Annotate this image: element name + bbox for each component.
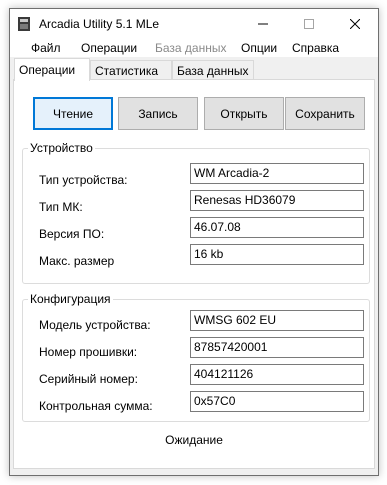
- max-size-field[interactable]: 16 kb: [190, 244, 364, 265]
- menu-options[interactable]: Опции: [241, 41, 277, 55]
- menu-help[interactable]: Справка: [292, 41, 339, 55]
- menu-operations[interactable]: Операции: [81, 41, 137, 55]
- firmware-version-label: Версия ПО:: [39, 227, 105, 241]
- operations-page: Чтение Запись Открыть Сохранить Устройст…: [13, 79, 375, 469]
- write-button[interactable]: Запись: [118, 97, 198, 130]
- max-size-label: Макс. размер: [39, 254, 115, 268]
- checksum-label: Контрольная сумма:: [39, 399, 153, 413]
- close-button[interactable]: [332, 9, 378, 38]
- tab-statistics[interactable]: Статистика: [90, 60, 172, 80]
- config-group-title: Конфигурация: [28, 292, 113, 306]
- device-type-field[interactable]: WM Arcadia-2: [190, 163, 364, 184]
- tab-operations[interactable]: Операции: [14, 58, 90, 81]
- device-type-label: Тип устройства:: [39, 173, 128, 187]
- mcu-type-field[interactable]: Renesas HD36079: [190, 190, 364, 211]
- app-window: Arcadia Utility 5.1 MLe Файл Операции Ба…: [9, 8, 379, 476]
- config-group: Конфигурация Модель устройства: WMSG 602…: [22, 292, 370, 422]
- tab-strip: Операции Статистика База данных: [10, 58, 378, 81]
- device-group-title: Устройство: [28, 141, 95, 155]
- device-group: Устройство Тип устройства: WM Arcadia-2 …: [22, 141, 370, 284]
- read-button[interactable]: Чтение: [33, 97, 113, 130]
- maximize-button: [286, 9, 332, 38]
- menu-bar: Файл Операции База данных Опции Справка: [10, 38, 378, 58]
- serial-number-label: Серийный номер:: [39, 372, 138, 386]
- tab-database[interactable]: База данных: [172, 60, 254, 80]
- minimize-icon: [258, 23, 268, 24]
- minimize-button[interactable]: [240, 9, 286, 38]
- window-title: Arcadia Utility 5.1 MLe: [39, 17, 160, 31]
- device-model-field[interactable]: WMSG 602 EU: [190, 310, 364, 331]
- firmware-number-field[interactable]: 87857420001: [190, 337, 364, 358]
- device-model-label: Модель устройства:: [39, 318, 151, 332]
- mcu-type-label: Тип МК:: [39, 200, 83, 214]
- app-icon: [18, 17, 30, 31]
- close-icon: [350, 18, 360, 29]
- checksum-field[interactable]: 0x57C0: [190, 391, 364, 412]
- save-button[interactable]: Сохранить: [285, 97, 365, 130]
- open-button[interactable]: Открыть: [204, 97, 284, 130]
- firmware-version-field[interactable]: 46.07.08: [190, 217, 364, 238]
- title-bar[interactable]: Arcadia Utility 5.1 MLe: [10, 9, 378, 38]
- maximize-icon: [304, 18, 314, 29]
- serial-number-field[interactable]: 404121126: [190, 364, 364, 385]
- firmware-number-label: Номер прошивки:: [39, 345, 138, 359]
- menu-file[interactable]: Файл: [31, 41, 61, 55]
- status-text: Ожидание: [165, 433, 223, 447]
- menu-database[interactable]: База данных: [155, 41, 226, 55]
